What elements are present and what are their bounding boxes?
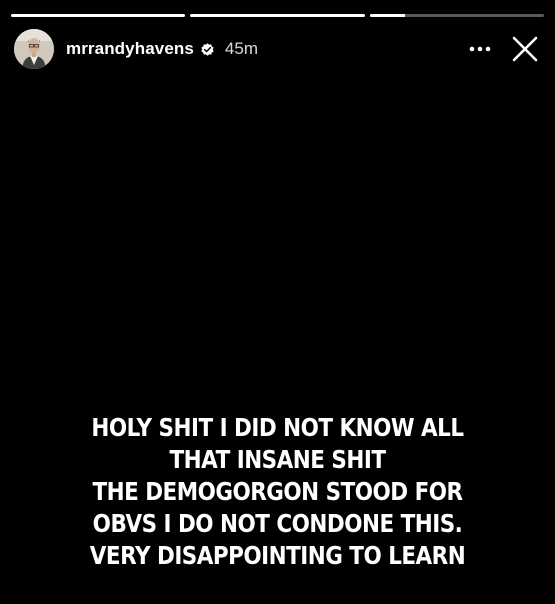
story-progress-bar <box>11 14 544 17</box>
progress-segment-1 <box>11 14 186 17</box>
verified-badge-icon <box>200 42 215 57</box>
progress-fill-3 <box>369 14 405 17</box>
story-caption: HOLY SHIT I DID NOT KNOW ALL THAT INSANE… <box>39 412 516 572</box>
close-button[interactable] <box>509 33 541 65</box>
story-timestamp: 45m <box>224 39 258 58</box>
caption-line: THAT INSANE SHIT <box>169 445 386 474</box>
progress-fill-1 <box>11 14 186 17</box>
close-icon <box>512 36 538 62</box>
more-options-button[interactable] <box>465 34 495 64</box>
avatar[interactable] <box>14 29 54 69</box>
username[interactable]: mrrandyhavens <box>66 39 194 59</box>
progress-fill-2 <box>190 14 365 17</box>
profile-photo-icon <box>14 29 54 69</box>
story-header: mrrandyhavens 45m <box>14 27 541 71</box>
caption-line: VERY DISAPPOINTING TO LEARN <box>89 541 466 570</box>
progress-segment-2 <box>190 14 365 17</box>
progress-segment-3 <box>369 14 544 17</box>
caption-line: HOLY SHIT I DID NOT KNOW ALL <box>91 413 464 442</box>
caption-line: THE DEMOGORGON STOOD FOR <box>92 477 463 506</box>
more-horizontal-icon <box>469 46 491 52</box>
caption-line: OBVS I DO NOT CONDONE THIS. <box>92 509 463 538</box>
